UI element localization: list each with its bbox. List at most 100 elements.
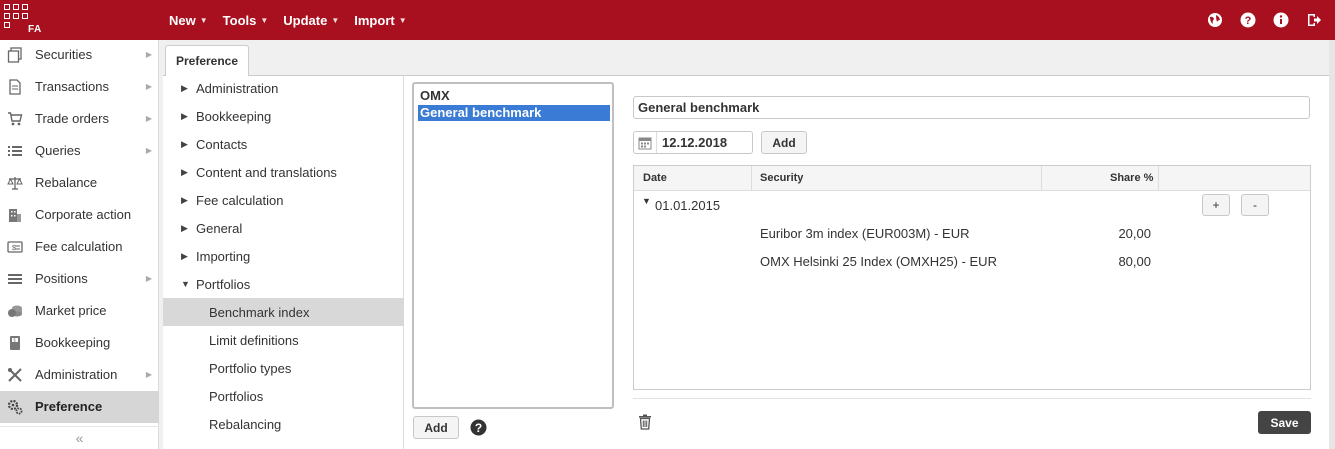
- save-label: Save: [1270, 415, 1299, 430]
- sidebar-item-transactions[interactable]: Transactions ▶: [0, 71, 159, 103]
- sidebar-item-securities[interactable]: Securities ▶: [0, 39, 159, 71]
- gears-icon: [7, 399, 23, 415]
- tree-item-content-translations[interactable]: ▶ Content and translations: [163, 158, 404, 186]
- sidebar-item-rebalance[interactable]: Rebalance: [0, 167, 159, 199]
- fa-logo[interactable]: FA: [4, 4, 44, 36]
- date-value[interactable]: 12.12.2018: [662, 135, 727, 150]
- chevron-right-icon: ▶: [145, 50, 152, 59]
- tree-item-portfolios[interactable]: Portfolios: [163, 382, 404, 410]
- remove-row-button[interactable]: -: [1241, 194, 1269, 216]
- tree-item-fee-calculation[interactable]: ▶ Fee calculation: [163, 186, 404, 214]
- sidebar-item-label: Preference: [35, 399, 103, 414]
- tab-preference[interactable]: Preference: [165, 45, 249, 76]
- tree-item-administration[interactable]: ▶ Administration: [163, 74, 404, 102]
- page-scrollbar[interactable]: [1329, 40, 1335, 449]
- column-header-share[interactable]: Share %: [1110, 172, 1153, 184]
- benchmark-item-omx[interactable]: OMX: [418, 88, 610, 104]
- tree-item-label: Portfolios: [196, 276, 251, 292]
- row-share: 80,00: [1118, 254, 1151, 269]
- add-date-button[interactable]: Add: [761, 131, 807, 154]
- sidebar: Securities ▶ Transactions ▶ Trade orders…: [0, 40, 159, 449]
- menu-tools[interactable]: Tools ▼: [223, 13, 269, 28]
- list-icon: [8, 146, 22, 156]
- caret-right-icon: ▶: [181, 166, 188, 177]
- sidebar-item-label: Administration: [35, 367, 118, 382]
- tree-item-limit-definitions[interactable]: Limit definitions: [163, 326, 404, 354]
- book-icon: $: [10, 336, 20, 350]
- caret-down-icon[interactable]: ▼: [642, 196, 651, 206]
- save-button[interactable]: Save: [1258, 411, 1311, 434]
- sidebar-item-label: Corporate action: [35, 207, 132, 222]
- preference-tree: ▶ Administration ▶ Bookkeeping ▶ Contacts ▶…: [163, 76, 404, 449]
- calendar-icon[interactable]: [638, 136, 652, 150]
- trash-icon[interactable]: [638, 414, 652, 430]
- tree-item-portfolio-types[interactable]: Portfolio types: [163, 354, 404, 382]
- row-security: Euribor 3m index (EUR003M) - EUR: [760, 226, 970, 241]
- benchmark-name-field[interactable]: [633, 96, 1310, 119]
- date-field[interactable]: 12.12.2018: [633, 131, 753, 154]
- sidebar-item-positions[interactable]: Positions ▶: [0, 263, 159, 295]
- help-icon[interactable]: ?: [470, 419, 487, 436]
- tree-item-rebalancing[interactable]: Rebalancing: [163, 410, 404, 438]
- column-divider: [1041, 166, 1042, 191]
- benchmark-item-general[interactable]: General benchmark: [418, 105, 610, 121]
- sidebar-item-market-price[interactable]: Market price: [0, 295, 159, 327]
- add-benchmark-label: Add: [424, 420, 448, 435]
- tree-item-label: Fee calculation: [196, 192, 284, 208]
- benchmark-list[interactable]: OMX General benchmark: [412, 82, 614, 409]
- svg-text:?: ?: [1245, 15, 1252, 27]
- scale-icon: [7, 177, 23, 190]
- top-icons: ?: [1191, 11, 1323, 29]
- tree-item-bookkeeping[interactable]: ▶ Bookkeeping: [163, 102, 404, 130]
- sidebar-item-label: Fee calculation: [35, 239, 123, 254]
- minus-icon: -: [1253, 198, 1257, 212]
- tree-item-portfolios-group[interactable]: ▼ Portfolios: [163, 270, 404, 298]
- column-header-date[interactable]: Date: [643, 172, 667, 184]
- chevron-right-icon: ▶: [145, 274, 152, 283]
- top-bar: FA New ▼ Tools ▼ Update ▼ Import ▼ ?: [0, 0, 1335, 40]
- sidebar-item-label: Rebalance: [35, 175, 98, 190]
- sidebar-collapse-button[interactable]: «: [0, 426, 159, 449]
- coins-icon: [8, 305, 22, 317]
- sidebar-item-trade-orders[interactable]: Trade orders ▶: [0, 103, 159, 135]
- menu-new[interactable]: New ▼: [169, 13, 208, 28]
- add-benchmark-button[interactable]: Add: [413, 416, 459, 439]
- positions-icon: [8, 274, 22, 284]
- tree-item-general[interactable]: ▶ General: [163, 214, 404, 242]
- globe-icon[interactable]: [1206, 11, 1224, 29]
- benchmark-grid: Date Security Share % ▼ 01.01.2015 + - E…: [633, 165, 1311, 390]
- logout-icon[interactable]: [1305, 11, 1323, 29]
- help-icon[interactable]: ?: [1239, 11, 1257, 29]
- column-header-security[interactable]: Security: [760, 172, 803, 184]
- chevron-down-icon: ▼: [398, 15, 407, 25]
- tree-item-label: Contacts: [196, 136, 248, 152]
- menu-new-label: New: [169, 12, 196, 28]
- tree-item-label: Limit definitions: [209, 332, 299, 348]
- chevron-down-icon: ▼: [331, 15, 340, 25]
- menu-update[interactable]: Update ▼: [283, 13, 339, 28]
- cart-icon: [8, 112, 23, 126]
- sidebar-item-queries[interactable]: Queries ▶: [0, 135, 159, 167]
- tree-item-label: Administration: [196, 80, 279, 96]
- sidebar-item-label: Market price: [35, 303, 107, 318]
- footer-divider: [633, 398, 1311, 399]
- sidebar-item-preference[interactable]: Preference: [0, 391, 159, 423]
- sidebar-item-administration[interactable]: Administration ▶: [0, 359, 159, 391]
- tree-item-label: Portfolios: [209, 388, 264, 404]
- add-row-button[interactable]: +: [1202, 194, 1230, 216]
- tree-item-contacts[interactable]: ▶ Contacts: [163, 130, 404, 158]
- tree-item-label: Portfolio types: [209, 360, 292, 376]
- menu-tools-label: Tools: [222, 12, 257, 28]
- grid-header: Date Security Share %: [634, 166, 1310, 191]
- sidebar-item-bookkeeping[interactable]: $ Bookkeeping: [0, 327, 159, 359]
- menu-import[interactable]: Import ▼: [354, 13, 406, 28]
- building-icon: [9, 209, 21, 222]
- sidebar-item-label: Trade orders: [35, 111, 109, 126]
- sidebar-item-corporate-action[interactable]: Corporate action: [0, 199, 159, 231]
- tree-item-benchmark-index[interactable]: Benchmark index: [163, 298, 404, 326]
- tree-item-importing[interactable]: ▶ Importing: [163, 242, 404, 270]
- info-icon[interactable]: [1272, 11, 1290, 29]
- plus-icon: +: [1212, 198, 1220, 212]
- sidebar-item-fee-calculation[interactable]: $ Fee calculation: [0, 231, 159, 263]
- menu-import-label: Import: [354, 12, 395, 28]
